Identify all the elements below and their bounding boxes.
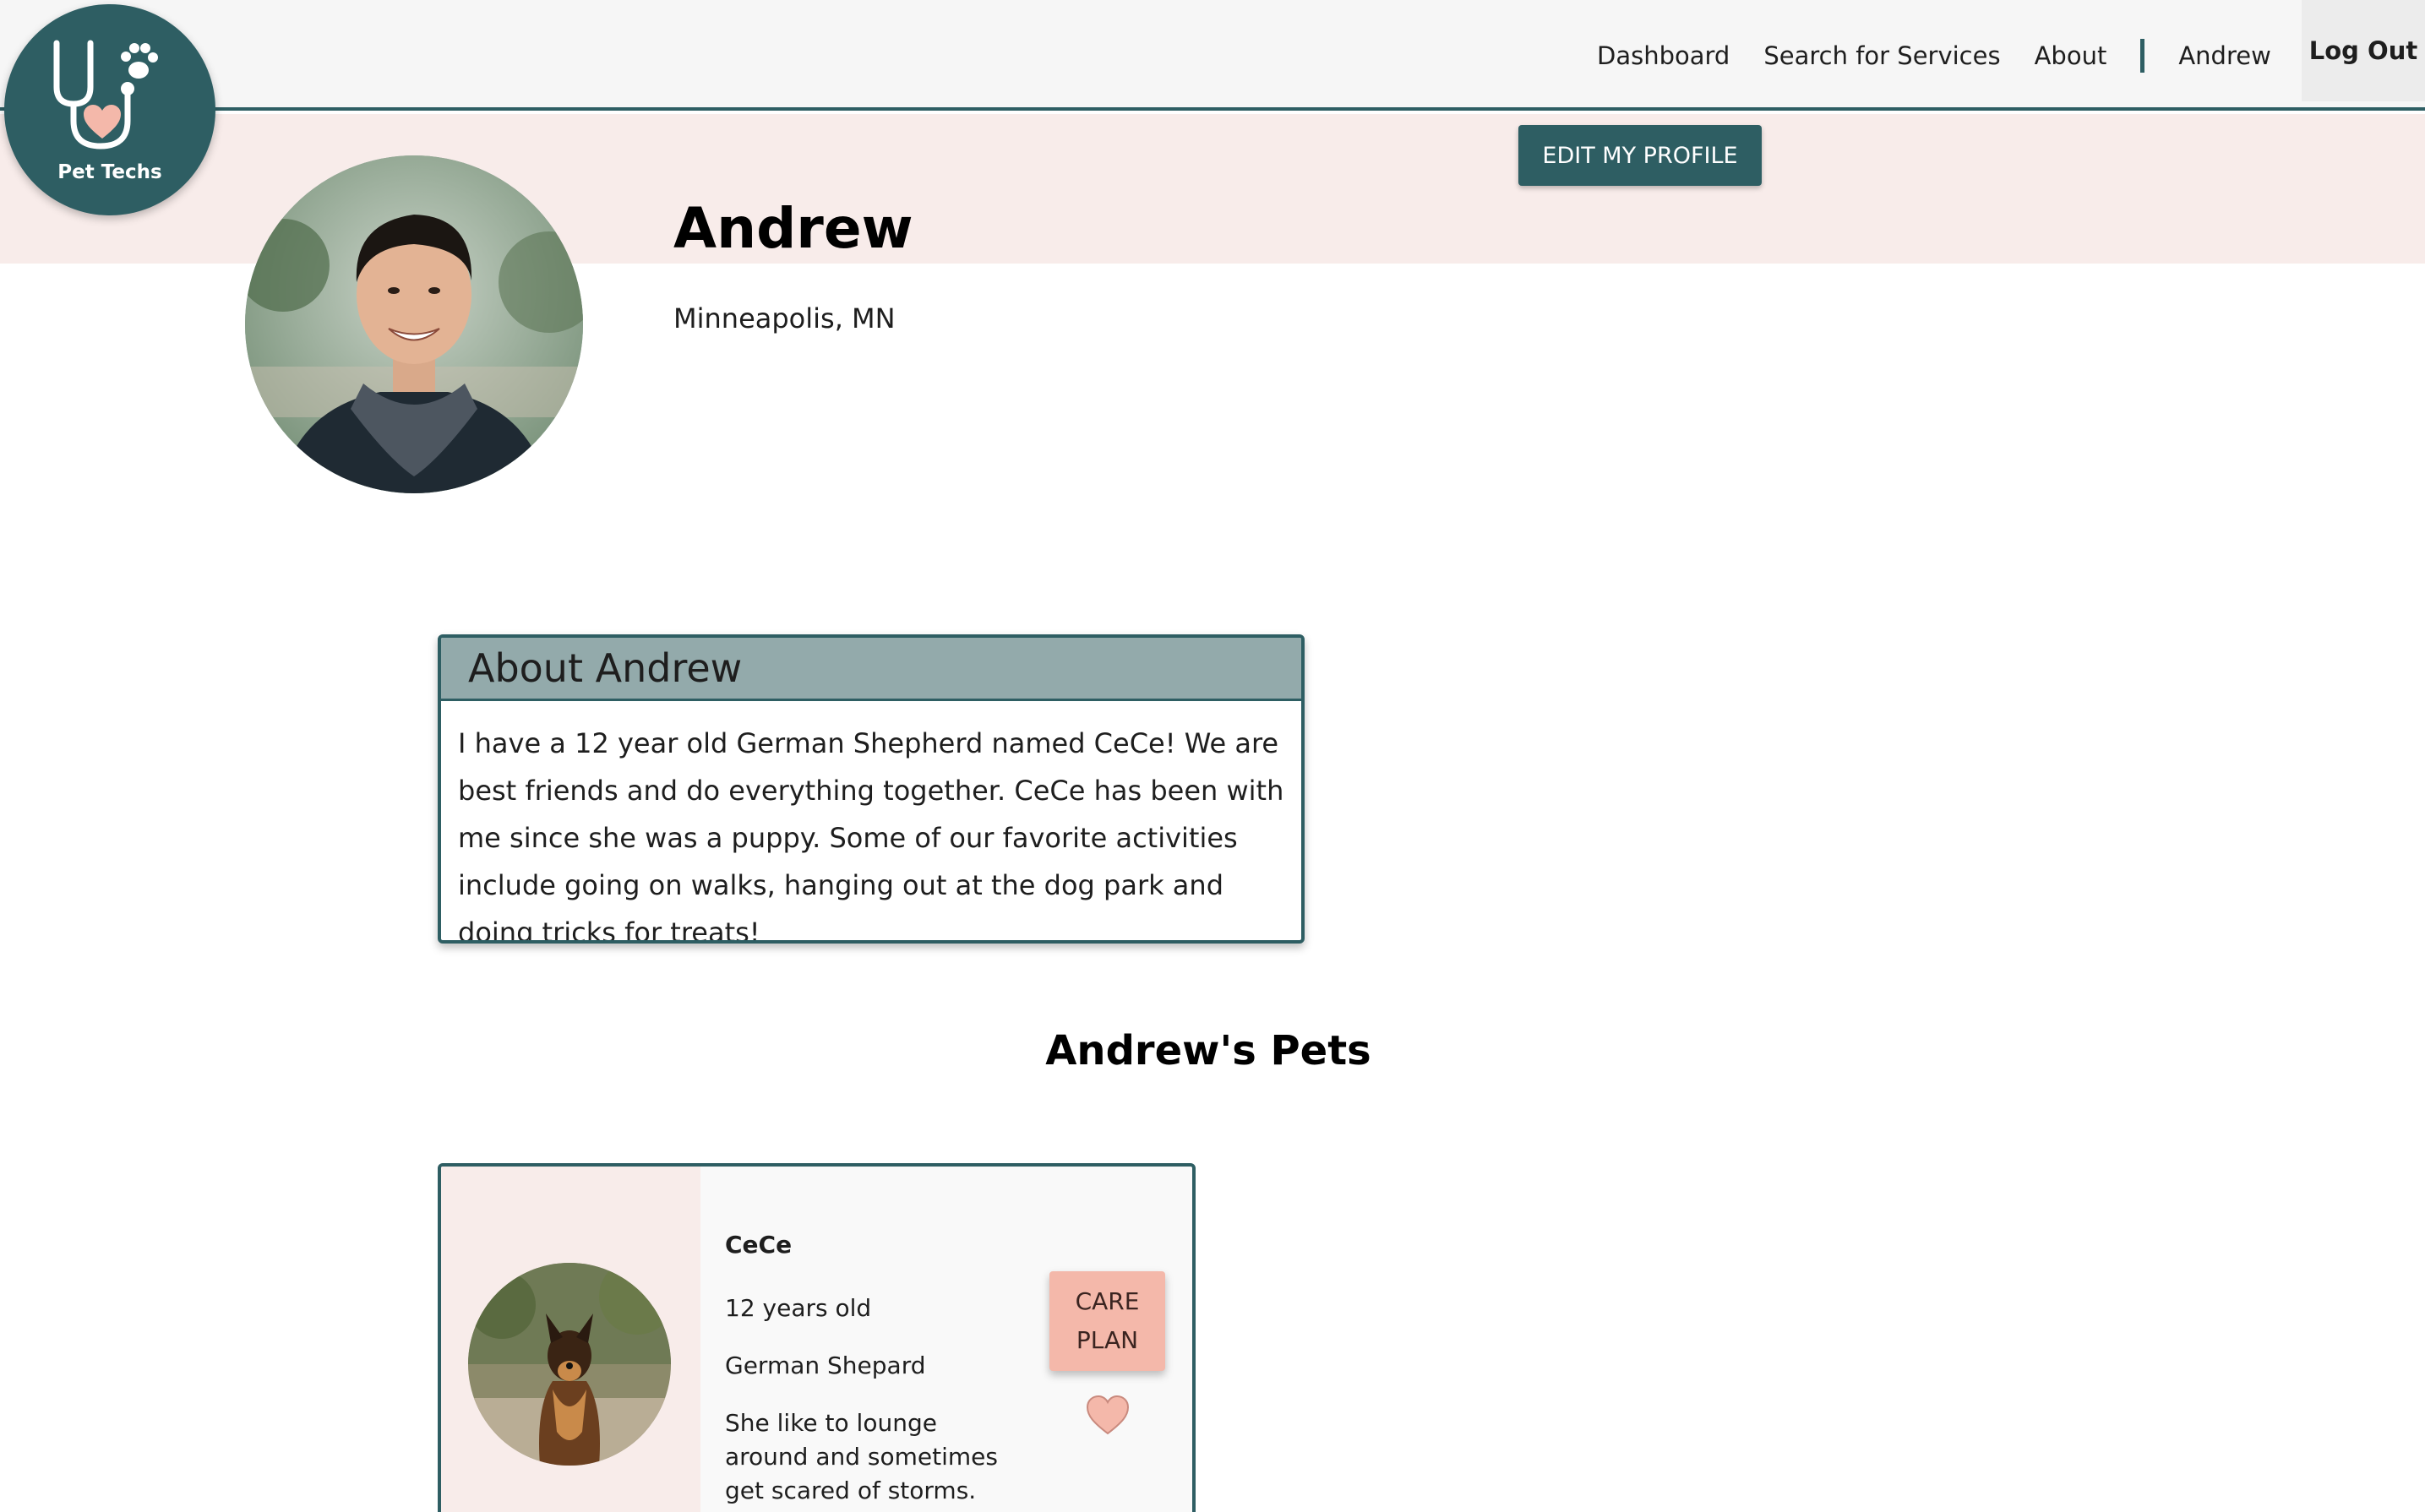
brand-name: Pet Techs (57, 161, 162, 183)
pet-photo-column (441, 1167, 700, 1512)
pet-techs-logo[interactable]: Pet Techs (4, 4, 215, 215)
profile-avatar (245, 155, 583, 493)
pet-name: CeCe (725, 1231, 793, 1259)
pet-description: She like to lounge around and sometimes … (725, 1409, 998, 1504)
pet-card: CeCe 12 years old German Shepard She lik… (438, 1163, 1196, 1512)
care-plan-button[interactable]: CARE PLAN (1049, 1271, 1165, 1371)
pet-breed: German Shepard (725, 1352, 926, 1379)
about-heading: About Andrew (441, 638, 1301, 701)
edit-profile-button[interactable]: EDIT MY PROFILE (1518, 125, 1762, 186)
page: Dashboard Search for Services About Andr… (0, 0, 2425, 1512)
favorite-heart-button[interactable] (1085, 1393, 1131, 1437)
pet-age: 12 years old (725, 1294, 872, 1322)
nav-link-search-services[interactable]: Search for Services (1763, 41, 2000, 70)
pet-photo (468, 1263, 671, 1466)
nav-divider (2140, 38, 2145, 73)
nav-link-user[interactable]: Andrew (2178, 41, 2270, 70)
care-plan-label-line2: PLAN (1076, 1326, 1139, 1354)
profile-name: Andrew (673, 196, 913, 261)
logout-button[interactable]: Log Out (2302, 0, 2425, 101)
stethoscope-logo-icon (53, 40, 158, 150)
top-navbar: Dashboard Search for Services About Andr… (0, 0, 2425, 111)
nav-link-about[interactable]: About (2035, 41, 2107, 70)
about-card: About Andrew I have a 12 year old German… (438, 634, 1305, 944)
profile-location: Minneapolis, MN (673, 302, 896, 334)
nav-link-dashboard[interactable]: Dashboard (1597, 41, 1730, 70)
paw-icon (121, 43, 158, 95)
nav-links: Dashboard Search for Services About Andr… (1597, 0, 2271, 111)
pets-heading: Andrew's Pets (1045, 1027, 1371, 1074)
heart-icon (1086, 1395, 1130, 1435)
care-plan-label-line1: CARE (1075, 1287, 1140, 1315)
about-text: I have a 12 year old German Shepherd nam… (458, 727, 1284, 944)
